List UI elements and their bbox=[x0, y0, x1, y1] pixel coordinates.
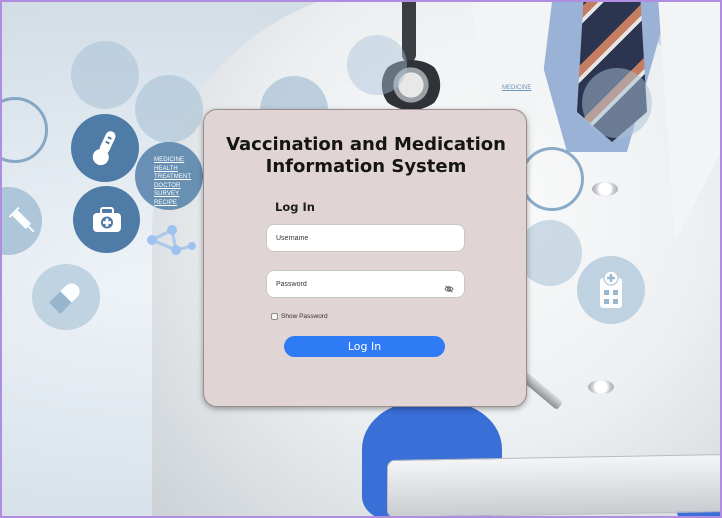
decor-faint-item: TREATMENT bbox=[534, 245, 571, 251]
hospital-icon bbox=[577, 256, 645, 324]
decor-menu-item: RECIPE bbox=[154, 199, 177, 206]
first-aid-kit-icon bbox=[73, 186, 140, 253]
molecule-icon bbox=[142, 220, 198, 260]
decor-faint-item: MEDICINE bbox=[534, 227, 564, 233]
show-password-label: Show Password bbox=[281, 313, 328, 320]
pill-icon bbox=[32, 264, 100, 330]
password-field[interactable] bbox=[266, 270, 465, 298]
decor-menu-item: HEALTH bbox=[154, 165, 178, 172]
eye-slash-icon[interactable] bbox=[444, 280, 454, 298]
app-title-line1: Vaccination and Medication bbox=[226, 134, 506, 155]
decor-bubble bbox=[582, 68, 652, 138]
coat-button bbox=[588, 380, 614, 394]
thermometer-icon bbox=[71, 114, 139, 182]
show-password-toggle[interactable]: Show Password bbox=[271, 313, 328, 320]
background-frame: MEDICINE HEALTH TREATMENT DOCTOR SURVEY … bbox=[0, 0, 722, 518]
decor-faint-item: RECIPE bbox=[534, 272, 557, 278]
decor-faint-item: HEALTH bbox=[534, 236, 558, 242]
decor-bubble bbox=[71, 41, 139, 109]
decor-bubble bbox=[135, 75, 203, 143]
decor-menu-item: TREATMENT bbox=[154, 174, 192, 181]
decor-menu-item: MEDICINE bbox=[154, 157, 185, 163]
decor-faint-item: SURVEY bbox=[534, 263, 559, 269]
decor-faint-item: DOCTOR bbox=[534, 254, 560, 260]
password-input[interactable] bbox=[276, 271, 436, 297]
decor-menu-item: DOCTOR bbox=[154, 182, 181, 189]
tablet-image bbox=[387, 454, 720, 516]
decor-menu-list: MEDICINE HEALTH TREATMENT DOCTOR SURVEY … bbox=[154, 156, 191, 208]
decor-faint-list: MEDICINE HEALTH TREATMENT DOCTOR SURVEY … bbox=[534, 226, 570, 280]
syringe-icon bbox=[2, 187, 42, 255]
decor-bubble bbox=[347, 35, 407, 95]
show-password-checkbox[interactable] bbox=[271, 313, 278, 320]
login-heading: Log In bbox=[275, 200, 315, 214]
login-button[interactable]: Log In bbox=[284, 336, 445, 357]
decor-menu-item: SURVEY bbox=[154, 191, 180, 198]
username-field[interactable] bbox=[266, 224, 465, 252]
login-card: Vaccination and Medication Information S… bbox=[203, 109, 527, 407]
decor-ring bbox=[520, 147, 584, 211]
decor-label: MEDICINE bbox=[502, 85, 532, 91]
app-title-line2: Information System bbox=[265, 156, 467, 177]
app-title: Vaccination and Medication Information S… bbox=[204, 134, 528, 178]
coat-button bbox=[592, 182, 618, 196]
decor-ring bbox=[2, 97, 48, 163]
username-input[interactable] bbox=[276, 225, 436, 251]
